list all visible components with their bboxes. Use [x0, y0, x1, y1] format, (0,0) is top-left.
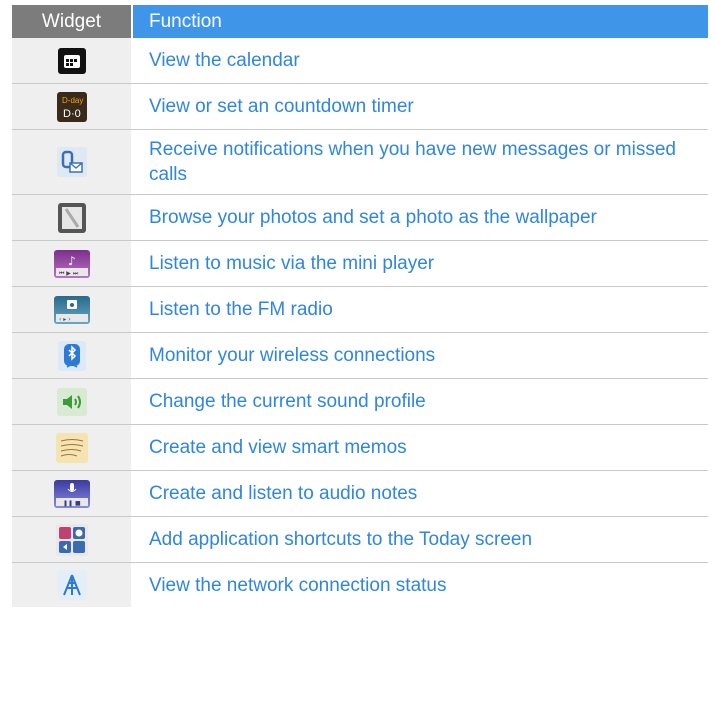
calendar-icon — [57, 47, 86, 74]
table-row: Create and view smart memos — [12, 425, 708, 471]
widget-cell — [12, 333, 133, 378]
function-text: Create and listen to audio notes — [149, 483, 418, 504]
widget-cell: ❚❚ ■ — [12, 471, 133, 516]
widget-cell — [12, 517, 133, 562]
table-row: Add application shortcuts to the Today s… — [12, 517, 708, 563]
function-text: Monitor your wireless connections — [149, 345, 436, 366]
table-row: View the network connection status — [12, 563, 708, 607]
network-status-icon — [56, 570, 87, 600]
column-header-widget: Widget — [12, 5, 133, 38]
svg-text:⏮ ▶ ⏭: ⏮ ▶ ⏭ — [59, 270, 79, 277]
widget-cell — [12, 379, 133, 424]
shortcuts-icon — [55, 523, 88, 556]
table-row: Change the current sound profile — [12, 379, 708, 425]
table-row: Monitor your wireless connections — [12, 333, 708, 379]
fm-radio-icon: ‹ ▸ › — [53, 295, 90, 324]
svg-text:D-day: D-day — [62, 96, 83, 105]
column-header-function: Function — [133, 5, 708, 38]
widget-cell: D-day D·0 — [12, 84, 133, 129]
svg-text:♪: ♪ — [68, 254, 76, 268]
function-text: Receive notifications when you have new … — [149, 139, 676, 185]
table-row: ‹ ▸ › Listen to the FM radio — [12, 287, 708, 333]
sound-profile-icon — [56, 387, 87, 416]
voice-recorder-icon: ❚❚ ■ — [53, 479, 90, 508]
widget-cell: ♪ ⏮ ▶ ⏭ — [12, 241, 133, 286]
dday-countdown-icon: D-day D·0 — [56, 91, 87, 122]
missed-notification-icon — [56, 147, 87, 177]
table-header: Widget Function — [12, 5, 708, 38]
widget-table: Widget Function View the calendar D-day D… — [12, 5, 708, 607]
bluetooth-icon — [57, 340, 86, 371]
music-player-icon: ♪ ⏮ ▶ ⏭ — [53, 249, 90, 278]
smart-memo-icon — [55, 432, 88, 463]
table-row: ♪ ⏮ ▶ ⏭ Listen to music via the mini play… — [12, 241, 708, 287]
svg-text:❚❚ ■: ❚❚ ■ — [63, 500, 81, 507]
widget-cell — [12, 38, 133, 83]
widget-cell — [12, 563, 133, 607]
table-row: Receive notifications when you have new … — [12, 130, 708, 195]
photo-frame-icon — [57, 202, 86, 233]
function-text: View or set an countdown timer — [149, 96, 414, 117]
table-row: View the calendar — [12, 38, 708, 84]
svg-text:D·0: D·0 — [63, 108, 81, 120]
svg-text:‹ ▸ ›: ‹ ▸ › — [59, 316, 71, 323]
function-text: View the network connection status — [149, 574, 447, 596]
function-text: Add application shortcuts to the Today s… — [149, 529, 533, 550]
widget-cell — [12, 130, 133, 194]
widget-cell — [12, 425, 133, 470]
widget-cell — [12, 195, 133, 240]
table-row: ❚❚ ■ Create and listen to audio notes — [12, 471, 708, 517]
table-row: Browse your photos and set a photo as th… — [12, 195, 708, 241]
function-text: Browse your photos and set a photo as th… — [149, 207, 597, 228]
function-text: Listen to music via the mini player — [149, 253, 435, 274]
widget-cell: ‹ ▸ › — [12, 287, 133, 332]
function-text: Create and view smart memos — [149, 437, 407, 458]
table-row: D-day D·0 View or set an countdown timer — [12, 84, 708, 130]
function-text: Change the current sound profile — [149, 391, 426, 412]
function-text: View the calendar — [149, 50, 300, 71]
function-text: Listen to the FM radio — [149, 299, 333, 320]
